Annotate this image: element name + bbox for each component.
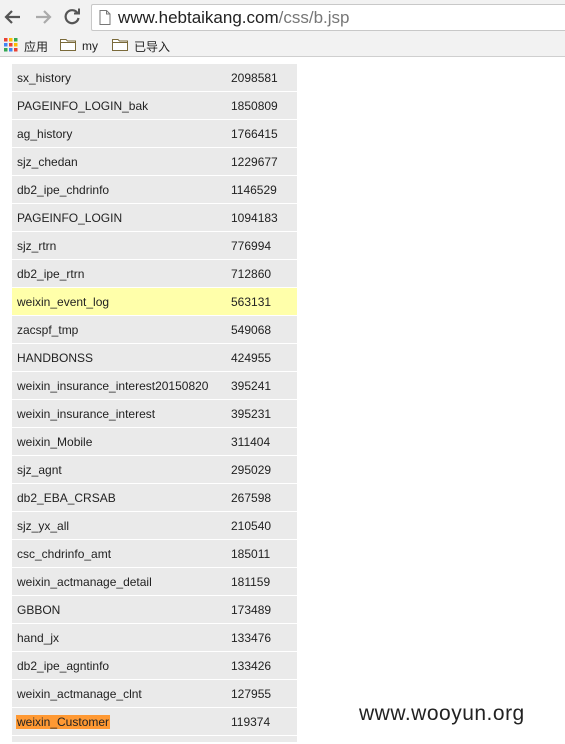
table-count-cell: 2098581 [231,71,278,85]
page-icon [99,10,111,30]
table-row: db2_ipe_rtrn 712860 [12,260,297,287]
table-count-cell: 712860 [231,267,272,281]
reload-button[interactable] [61,6,83,28]
bookmarks-bar: 应用 my 已导入 [0,35,565,57]
table-count-cell: 1146529 [231,183,277,197]
table-row: weixin_Customer 119374 [12,708,297,735]
folder-icon [60,38,76,54]
forward-arrow-icon [34,9,52,25]
table-count-cell: 424955 [231,351,272,365]
table-row: zacspf_tmp 549068 [12,316,297,343]
url-path: /css/b.jsp [278,8,350,27]
table-count-cell: 127955 [231,687,272,701]
table-name-cell: PAGEINFO_LOGIN_bak [17,99,149,113]
table-row: db2_ipe_agntinfo 133426 [12,652,297,679]
table-row: ag_history 1766415 [12,120,297,147]
table-count-cell: 1850809 [231,99,278,113]
table-name-cell: sx_history [17,71,72,85]
table-name-cell: db2_EBA_CRSAB [17,491,116,505]
table-name-cell: csc_chdrinfo_amt [17,547,112,561]
table-row: weixin_insurance_interest20150820 395241 [12,372,297,399]
table-name-cell: sjz_rtrn [17,239,57,253]
table-name-cell: weixin_insurance_interest20150820 [17,379,209,393]
bookmark-label: my [82,39,98,53]
table-list: sx_history 2098581 PAGEINFO_LOGIN_bak 18508… [12,64,297,743]
table-count-cell: 395231 [231,407,272,421]
bookmark-folder-my[interactable]: my [60,38,98,54]
table-name-cell: db2_ipe_agntinfo [17,659,110,673]
bookmark-apps[interactable]: 应用 [4,37,49,55]
table-count-cell: 133426 [231,659,272,673]
table-count-cell: 267598 [231,491,272,505]
url-domain: www.hebtaikang.com [118,8,279,27]
table-count-cell: 295029 [231,463,272,477]
table-row: sjz_agnt 295029 [12,456,297,483]
table-count-cell: 1229677 [231,155,278,169]
browser-toolbar: www.hebtaikang.com/css/b.jsp [0,0,565,35]
apps-grid-icon [4,37,18,55]
table-count-cell: 185011 [231,547,271,561]
table-row: HANDBONSS 424955 [12,344,297,371]
table-row: PAGEINFO_LOGIN_bak 1850809 [12,92,297,119]
table-count-cell: 311404 [231,435,271,449]
table-name-cell: sjz_chedan [17,155,78,169]
folder-icon [112,38,128,54]
table-row: sx_history 2098581 [12,64,297,91]
table-row: GBBON 173489 [12,596,297,623]
table-name-cell: PAGEINFO_LOGIN [17,211,123,225]
url-text: www.hebtaikang.com/css/b.jsp [118,8,350,28]
table-name-cell: weixin_actmanage_clnt [17,687,142,701]
table-name-cell: sjz_agnt [17,463,62,477]
address-bar[interactable]: www.hebtaikang.com/css/b.jsp [91,4,565,31]
table-row: weixin_actmanage_clnt 127955 [12,680,297,707]
table-row: sjz_rtrn 776994 [12,232,297,259]
table-row-partial [12,736,297,742]
table-name-cell: weixin_actmanage_detail [17,575,152,589]
table-count-cell: 1094183 [231,211,278,225]
table-name-cell: weixin_Customer [16,715,111,729]
table-row: weixin_event_log 563131 [12,288,297,315]
table-count-cell: 181159 [231,575,271,589]
table-row: weixin_actmanage_detail 181159 [12,568,297,595]
table-count-cell: 549068 [231,323,272,337]
back-arrow-icon [4,9,22,25]
table-name-cell: ag_history [17,127,73,141]
table-name-cell: weixin_Mobile [17,435,93,449]
bookmark-label: 应用 [24,39,49,54]
table-count-cell: 173489 [231,603,272,617]
reload-icon [63,8,81,26]
table-name-cell: zacspf_tmp [17,323,79,337]
table-row: weixin_insurance_interest 395231 [12,400,297,427]
table-row: db2_EBA_CRSAB 267598 [12,484,297,511]
table-name-cell: db2_ipe_rtrn [17,267,85,281]
table-row: PAGEINFO_LOGIN 1094183 [12,204,297,231]
table-name-cell: sjz_yx_all [17,519,70,533]
table-count-cell: 776994 [231,239,272,253]
table-count-cell: 395241 [231,379,272,393]
table-row: hand_jx 133476 [12,624,297,651]
table-row: sjz_chedan 1229677 [12,148,297,175]
table-row: weixin_Mobile 311404 [12,428,297,455]
forward-button[interactable] [32,6,54,28]
back-button[interactable] [2,6,24,28]
table-name-cell: GBBON [17,603,61,617]
table-name-cell: hand_jx [17,631,60,645]
table-row: sjz_yx_all 210540 [12,512,297,539]
table-name-cell: weixin_event_log [17,295,110,309]
table-count-cell: 119374 [231,715,271,729]
table-name-cell: HANDBONSS [17,351,94,365]
watermark: www.wooyun.org [359,702,525,725]
table-count-cell: 563131 [231,295,272,309]
bookmark-label: 已导入 [134,39,171,54]
table-row: db2_ipe_chdrinfo 1146529 [12,176,297,203]
table-name-cell: db2_ipe_chdrinfo [17,183,110,197]
table-count-cell: 210540 [231,519,272,533]
table-count-cell: 1766415 [231,127,278,141]
table-name-cell: weixin_insurance_interest [17,407,156,421]
bookmark-folder-imported[interactable]: 已导入 [112,38,170,54]
table-row: csc_chdrinfo_amt 185011 [12,540,297,567]
table-count-cell: 133476 [231,631,272,645]
